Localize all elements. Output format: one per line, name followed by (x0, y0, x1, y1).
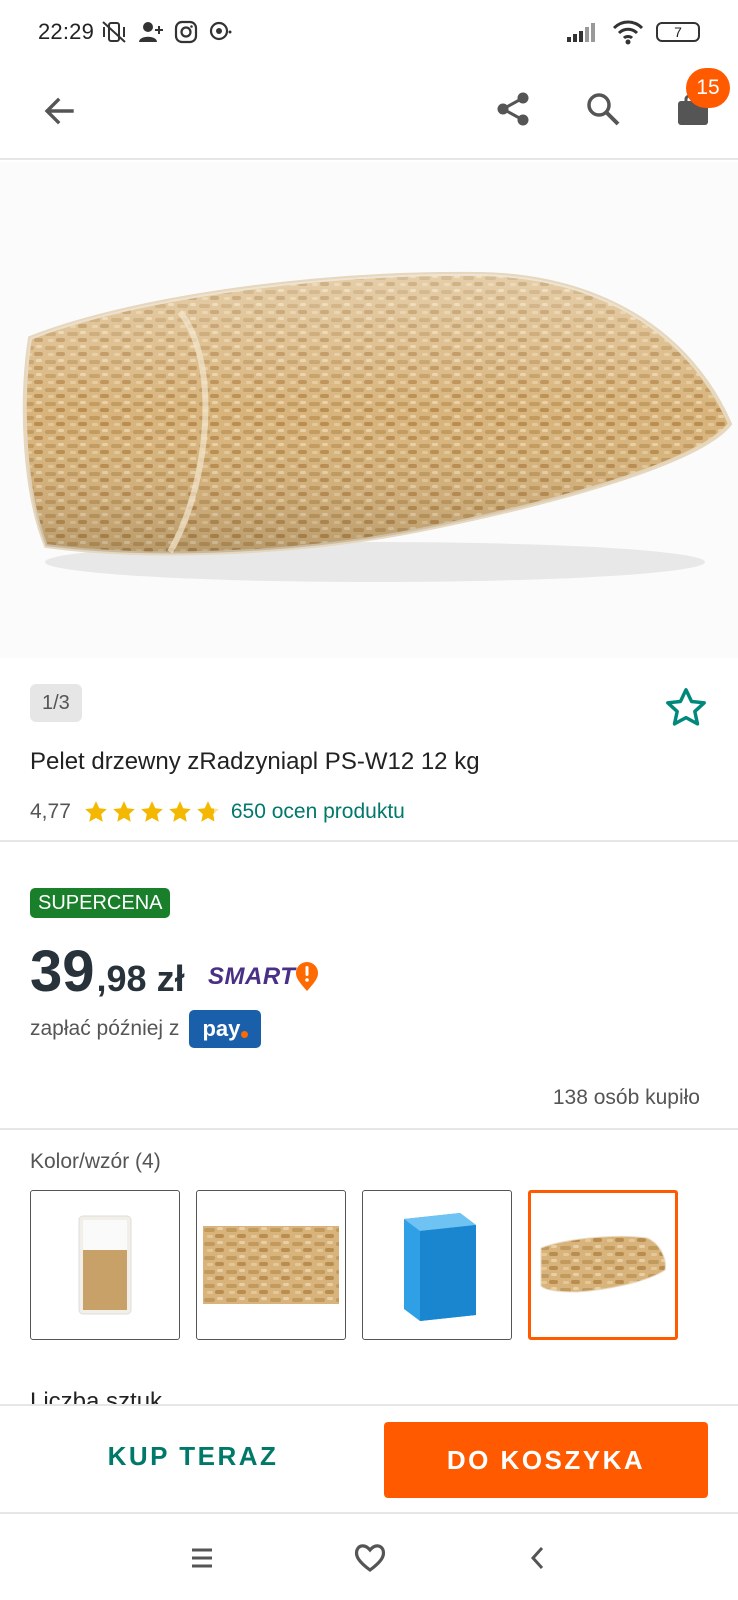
app-bar: 15 (0, 64, 738, 160)
smart-exclamation-icon (296, 962, 319, 991)
nav-back-button[interactable] (512, 1532, 564, 1584)
price-integer: 39 (30, 939, 95, 1004)
home-heart-icon (354, 1544, 386, 1572)
bought-count: 138 osób kupiło (552, 1086, 700, 1109)
battery-level: 7 (674, 24, 682, 40)
rating-stars (83, 799, 221, 825)
star-full-icon (85, 801, 107, 822)
share-button[interactable] (488, 84, 538, 134)
pay-logo: pay (189, 1010, 262, 1048)
variant-bag-image (78, 1215, 132, 1315)
variant-option-bag[interactable] (30, 1190, 180, 1340)
product-title: Pelet drzewny zRadzyniapl PS-W12 12 kg (30, 748, 480, 775)
variant-label: Kolor/wzór (4) (30, 1150, 161, 1173)
divider (0, 840, 738, 842)
divider (0, 1128, 738, 1130)
search-button[interactable] (578, 84, 628, 134)
product-image[interactable] (0, 162, 738, 658)
pay-later-row[interactable]: zapłać później z pay (30, 1010, 262, 1048)
variant-bag-lying-image (540, 1235, 666, 1293)
add-to-cart-button[interactable]: DO KOSZYKA (384, 1422, 708, 1498)
variant-pellets-image (203, 1226, 339, 1304)
system-nav-bar (0, 1512, 738, 1600)
price-fraction: ,98 (96, 958, 147, 999)
star-outline-icon (666, 688, 706, 726)
nav-home-button[interactable] (344, 1532, 396, 1584)
pellet-bag-image (22, 271, 733, 582)
pay-logo-text: pay (202, 1016, 241, 1041)
variant-option-pallet[interactable] (362, 1190, 512, 1340)
status-system-icons: 7 (566, 19, 700, 45)
variant-option-pellets[interactable] (196, 1190, 346, 1340)
signal-icon (567, 23, 595, 42)
buy-now-button[interactable]: KUP TERAZ (30, 1418, 356, 1494)
smart-logo[interactable]: SMART (208, 962, 319, 992)
pay-later-text: zapłać później z (30, 1017, 180, 1040)
image-counter: 1/3 (30, 684, 82, 722)
share-icon (497, 92, 529, 126)
chevron-left-icon (530, 1546, 544, 1570)
cart-count-badge: 15 (686, 68, 730, 108)
variant-option-bag-lying[interactable] (528, 1190, 678, 1340)
star-full-icon (113, 801, 135, 822)
rating-row[interactable]: 4,77 650 ocen produktu (30, 796, 405, 828)
nav-menu-button[interactable] (176, 1532, 228, 1584)
price-currency: zł (156, 958, 185, 999)
wifi-icon (612, 20, 644, 45)
smart-label: SMART (208, 963, 296, 990)
favorite-button[interactable] (660, 682, 712, 734)
rating-count-link[interactable]: 650 ocen produktu (231, 800, 405, 824)
action-bar: KUP TERAZ DO KOSZYKA (0, 1404, 738, 1512)
status-bar: 22:29 7 (0, 0, 738, 64)
status-notification-icons (100, 20, 234, 44)
star-full-icon (169, 801, 191, 822)
rating-value: 4,77 (30, 800, 71, 823)
status-time: 22:29 (38, 19, 95, 44)
menu-icon (192, 1548, 212, 1568)
variant-list (30, 1190, 678, 1340)
variant-pallet-image (404, 1213, 476, 1321)
add-contact-icon (139, 22, 164, 42)
vibrate-off-icon (102, 21, 126, 43)
instagram-icon (174, 20, 198, 44)
chat-bubble-icon (209, 21, 232, 41)
back-button[interactable] (34, 86, 84, 136)
price: 39 ,98 zł (30, 938, 185, 1005)
battery-icon: 7 (656, 22, 700, 42)
star-partial-icon (197, 801, 219, 822)
search-icon (587, 93, 620, 126)
star-full-icon (141, 801, 163, 822)
pay-dot-icon (241, 1030, 249, 1038)
arrow-back-icon (44, 97, 74, 125)
supercena-badge: SUPERCENA (30, 888, 171, 918)
